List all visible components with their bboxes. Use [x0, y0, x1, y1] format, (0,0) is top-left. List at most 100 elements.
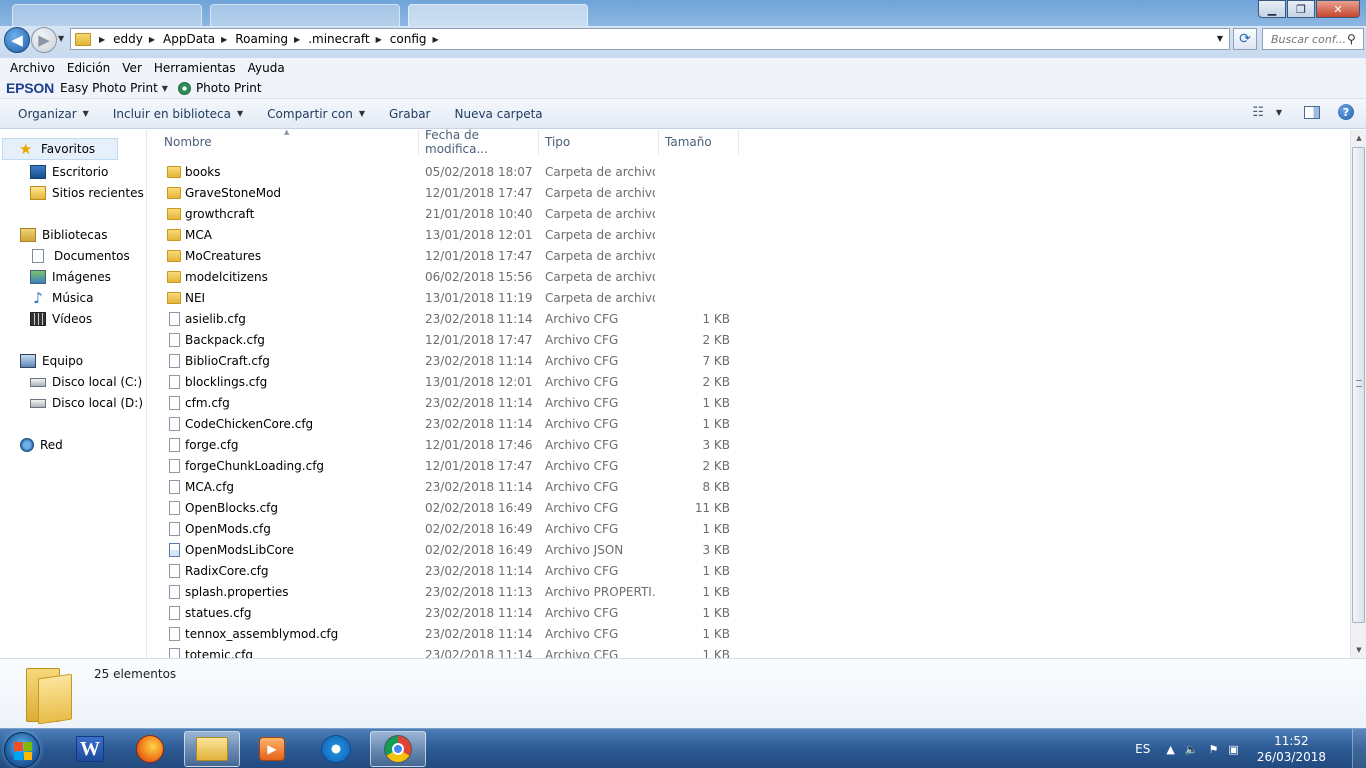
file-row[interactable]: modelcitizens 06/02/2018 15:56 Carpeta de … — [160, 266, 740, 287]
maximize-icon[interactable]: ❐ — [1287, 0, 1315, 18]
file-row[interactable]: OpenMods.cfg 02/02/2018 16:49 Archivo CFG 1… — [160, 518, 740, 539]
breadcrumb-roaming[interactable]: Roaming — [235, 32, 288, 46]
nav-images[interactable]: Imágenes — [30, 267, 111, 287]
chevron-right-icon[interactable]: ▶ — [149, 35, 155, 44]
file-row[interactable]: GraveStoneMod 12/01/2018 17:47 Carpeta de … — [160, 182, 740, 203]
preview-pane-icon[interactable] — [1304, 105, 1320, 119]
chevron-down-icon[interactable]: ▼ — [162, 84, 168, 93]
file-row[interactable]: forge.cfg 12/01/2018 17:46 Archivo CFG 3 KB — [160, 434, 740, 455]
file-row[interactable]: RadixCore.cfg 23/02/2018 11:14 Archivo CFG… — [160, 560, 740, 581]
volume-icon[interactable]: 🔈 — [1185, 743, 1199, 756]
nav-computer[interactable]: Equipo — [20, 351, 83, 371]
file-row[interactable]: books 05/02/2018 18:07 Carpeta de archivos — [160, 161, 740, 182]
show-desktop-button[interactable] — [1352, 729, 1366, 768]
start-button[interactable] — [4, 732, 40, 768]
breadcrumb-config[interactable]: config — [390, 32, 427, 46]
back-button[interactable]: ◀ — [4, 27, 30, 53]
column-header-size[interactable]: Tamaño — [659, 130, 739, 154]
minimize-icon[interactable]: ▁ — [1258, 0, 1286, 18]
scroll-up-icon[interactable]: ▲ — [1351, 130, 1366, 146]
file-row[interactable]: statues.cfg 23/02/2018 11:14 Archivo CFG 1 … — [160, 602, 740, 623]
nav-desktop[interactable]: Escritorio — [30, 162, 108, 182]
refresh-button[interactable]: ⟳ — [1233, 28, 1257, 50]
chevron-right-icon[interactable]: ▶ — [294, 35, 300, 44]
scrollbar-thumb[interactable] — [1352, 147, 1365, 623]
nav-drive-d[interactable]: Disco local (D:) — [30, 393, 143, 413]
recent-pages-dropdown[interactable]: ▼ — [58, 34, 64, 43]
column-header-date[interactable]: Fecha de modifica... — [419, 128, 539, 156]
taskbar-app[interactable] — [308, 731, 364, 767]
taskbar-firefox[interactable] — [122, 731, 178, 767]
clock[interactable]: 11:52 26/03/2018 — [1257, 733, 1326, 765]
file-row[interactable]: asielib.cfg 23/02/2018 11:14 Archivo CFG 1 … — [160, 308, 740, 329]
file-row[interactable]: growthcraft 21/01/2018 10:40 Carpeta de ar… — [160, 203, 740, 224]
file-row[interactable]: OpenBlocks.cfg 02/02/2018 16:49 Archivo CF… — [160, 497, 740, 518]
menu-ver[interactable]: Ver — [116, 61, 148, 75]
nav-documents[interactable]: Documentos — [32, 246, 130, 266]
nav-videos[interactable]: Vídeos — [30, 309, 92, 329]
nav-drive-c[interactable]: Disco local (C:) — [30, 372, 142, 392]
language-indicator[interactable]: ES — [1135, 742, 1150, 756]
nav-libraries[interactable]: Bibliotecas — [20, 225, 107, 245]
nav-favorites[interactable]: ★ Favoritos — [2, 138, 118, 160]
file-row[interactable]: splash.properties 23/02/2018 11:13 Archivo… — [160, 581, 740, 602]
show-hidden-icons-icon[interactable]: ▲ — [1166, 743, 1174, 756]
file-size: 1 KB — [702, 563, 730, 578]
chevron-down-icon[interactable]: ▼ — [1217, 34, 1223, 43]
file-row[interactable]: blocklings.cfg 13/01/2018 12:01 Archivo CF… — [160, 371, 740, 392]
menu-edicion[interactable]: Edición — [61, 61, 116, 75]
include-library-button[interactable]: Incluir en biblioteca ▼ — [107, 107, 249, 121]
file-row[interactable]: Backpack.cfg 12/01/2018 17:47 Archivo CFG 2… — [160, 329, 740, 350]
breadcrumb-appdata[interactable]: AppData — [163, 32, 215, 46]
forward-button[interactable]: ▶ — [31, 27, 57, 53]
search-icon[interactable]: ⚲ — [1347, 32, 1356, 46]
help-icon[interactable]: ? — [1338, 104, 1354, 120]
file-row[interactable]: OpenModsLibCore 02/02/2018 16:49 Archivo J… — [160, 539, 740, 560]
file-row[interactable]: CodeChickenCore.cfg 23/02/2018 11:14 Archi… — [160, 413, 740, 434]
file-row[interactable]: totemic.cfg 23/02/2018 11:14 Archivo CFG 1 … — [160, 644, 740, 658]
organize-button[interactable]: Organizar ▼ — [12, 107, 95, 121]
taskbar-chrome[interactable] — [370, 731, 426, 767]
menu-archivo[interactable]: Archivo — [4, 61, 61, 75]
scroll-down-icon[interactable]: ▼ — [1351, 642, 1366, 658]
search-box[interactable]: ⚲ — [1262, 28, 1364, 50]
taskbar-word[interactable]: W — [62, 731, 118, 767]
file-row[interactable]: MCA 13/01/2018 12:01 Carpeta de archivos — [160, 224, 740, 245]
file-row[interactable]: tennox_assemblymod.cfg 23/02/2018 11:14 Ar… — [160, 623, 740, 644]
breadcrumb-minecraft[interactable]: .minecraft — [308, 32, 369, 46]
burn-button[interactable]: Grabar — [383, 107, 437, 121]
file-row[interactable]: forgeChunkLoading.cfg 12/01/2018 17:47 Arc… — [160, 455, 740, 476]
nav-recent[interactable]: Sitios recientes — [30, 183, 144, 203]
chevron-right-icon[interactable]: ▶ — [99, 35, 105, 44]
vertical-scrollbar[interactable]: ▲ ▼ — [1350, 130, 1366, 658]
menu-ayuda[interactable]: Ayuda — [242, 61, 291, 75]
view-options-icon[interactable]: ☷ — [1252, 105, 1264, 120]
chevron-right-icon[interactable]: ▶ — [376, 35, 382, 44]
photo-print-button[interactable]: Photo Print — [196, 81, 262, 95]
nav-music[interactable]: ♪ Música — [30, 288, 93, 308]
search-input[interactable] — [1271, 32, 1345, 46]
taskbar-explorer[interactable] — [184, 731, 240, 767]
taskbar-media-player[interactable]: ▶ — [244, 731, 300, 767]
menu-herramientas[interactable]: Herramientas — [148, 61, 242, 75]
file-row[interactable]: cfm.cfg 23/02/2018 11:14 Archivo CFG 1 KB — [160, 392, 740, 413]
new-folder-button[interactable]: Nueva carpeta — [448, 107, 548, 121]
chevron-down-icon[interactable]: ▼ — [1276, 108, 1282, 117]
close-icon[interactable]: ✕ — [1316, 0, 1360, 18]
column-header-type[interactable]: Tipo — [539, 130, 659, 154]
file-row[interactable]: NEI 13/01/2018 11:19 Carpeta de archivos — [160, 287, 740, 308]
chevron-right-icon[interactable]: ▶ — [221, 35, 227, 44]
nav-network[interactable]: Red — [20, 435, 63, 455]
share-with-button[interactable]: Compartir con ▼ — [261, 107, 371, 121]
action-center-icon[interactable]: ⚑ — [1209, 743, 1219, 756]
address-bar[interactable]: ▶ eddy ▶ AppData ▶ Roaming ▶ .minecraft … — [70, 28, 1230, 50]
easy-photo-print-button[interactable]: Easy Photo Print — [60, 81, 158, 95]
network-status-icon[interactable]: ▣ — [1228, 743, 1238, 756]
chevron-right-icon[interactable]: ▶ — [433, 35, 439, 44]
file-row[interactable]: MCA.cfg 23/02/2018 11:14 Archivo CFG 8 KB — [160, 476, 740, 497]
breadcrumb-eddy[interactable]: eddy — [113, 32, 143, 46]
file-row[interactable]: MoCreatures 12/01/2018 17:47 Carpeta de ar… — [160, 245, 740, 266]
folder-icon — [22, 664, 72, 725]
file-type: Archivo CFG — [545, 374, 619, 389]
file-row[interactable]: BiblioCraft.cfg 23/02/2018 11:14 Archivo C… — [160, 350, 740, 371]
